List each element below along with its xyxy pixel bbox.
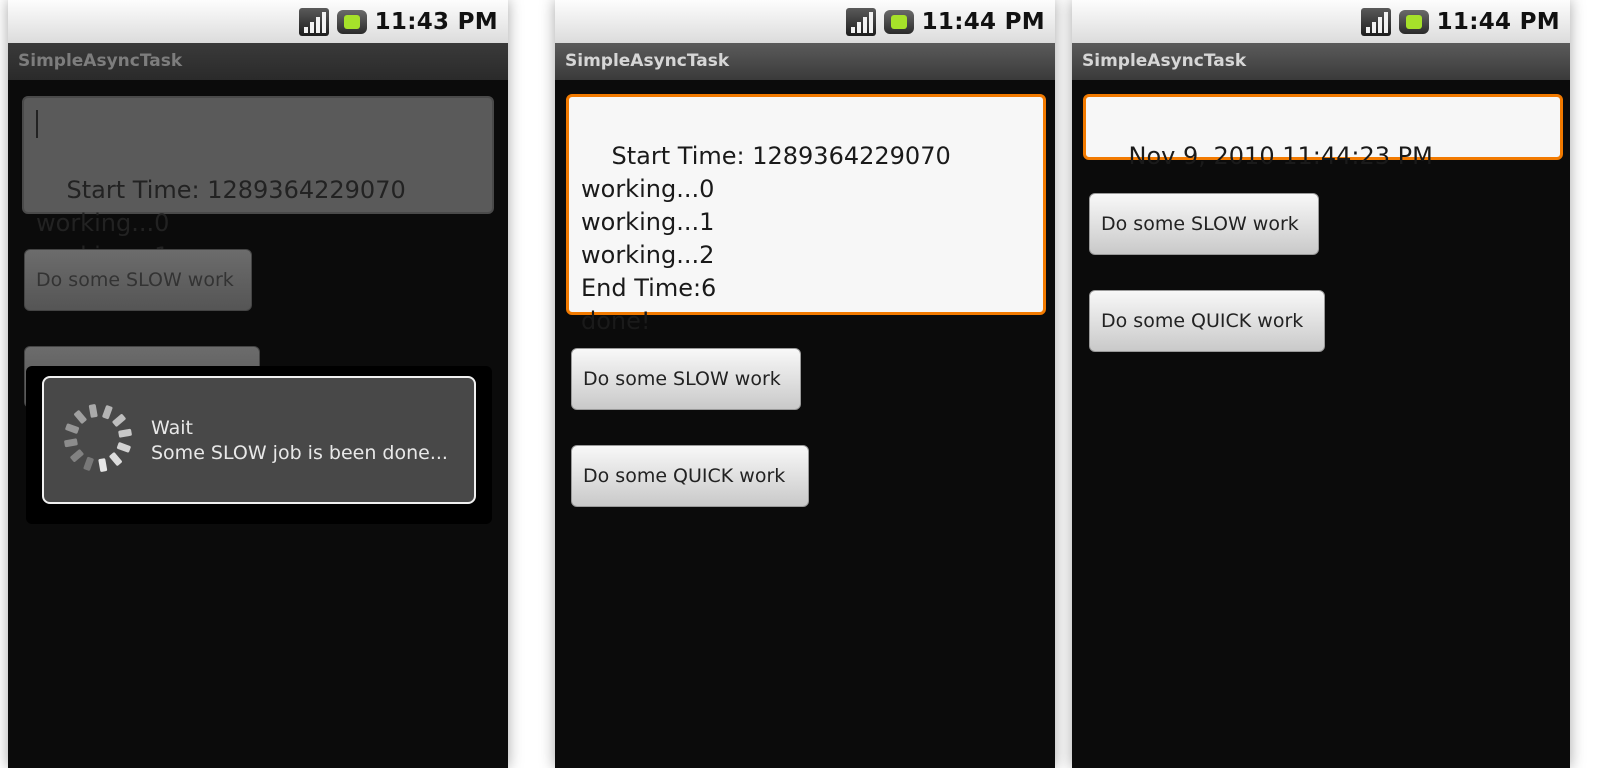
status-bar: 11:43 PM (8, 0, 508, 43)
progress-dialog: Wait Some SLOW job is been done... (42, 376, 476, 504)
spinner-spoke (116, 442, 131, 453)
status-bar: 11:44 PM (555, 0, 1055, 43)
signal-strength-icon (298, 8, 329, 36)
spinner-spoke (98, 458, 108, 472)
spinner-spoke (118, 428, 132, 438)
signal-strength-icon (1360, 8, 1391, 36)
app-title: SimpleAsyncTask (8, 43, 508, 80)
battery-charging-icon (1398, 10, 1429, 34)
status-bar: 11:44 PM (1072, 0, 1570, 43)
text-cursor (36, 110, 38, 138)
dialog-message: Some SLOW job is been done... (151, 442, 448, 464)
spinner-spoke (70, 449, 84, 462)
slow-work-button[interactable]: Do some SLOW work (1089, 193, 1319, 255)
spinner-spoke (88, 404, 98, 418)
slow-work-button[interactable]: Do some SLOW work (571, 348, 801, 410)
battery-charging-icon (883, 10, 914, 34)
loading-spinner-icon (64, 404, 132, 472)
spinner-spoke (64, 438, 78, 448)
spinner-spoke (109, 452, 122, 466)
signal-strength-icon (845, 8, 876, 36)
status-time: 11:44 PM (921, 9, 1045, 35)
quick-work-button[interactable]: Do some QUICK work (571, 445, 809, 507)
status-time: 11:44 PM (1436, 9, 1560, 35)
app-title: SimpleAsyncTask (1072, 43, 1570, 80)
output-text-field[interactable]: Nov 9, 2010 11:44:23 PM (1083, 94, 1563, 170)
battery-charging-icon (336, 10, 367, 34)
spinner-spoke (112, 414, 126, 427)
spinner-spoke (102, 405, 113, 420)
phone-screen-3: 11:44 PM SimpleAsyncTask Nov 9, 2010 11:… (1072, 0, 1570, 768)
output-text-field[interactable]: Start Time: 1289364229070 working...0 wo… (22, 96, 494, 270)
output-text: Start Time: 1289364229070 working...0 wo… (581, 142, 951, 335)
phone-screen-1: 11:43 PM SimpleAsyncTask Start Time: 128… (8, 0, 508, 768)
status-time: 11:43 PM (374, 9, 498, 35)
spinner-spoke (65, 423, 80, 434)
spinner-spoke (83, 456, 94, 471)
spinner-spoke (74, 410, 87, 424)
output-text: Nov 9, 2010 11:44:23 PM (1128, 142, 1433, 170)
phone-screen-2: 11:44 PM SimpleAsyncTask Start Time: 128… (555, 0, 1055, 768)
dialog-title: Wait (151, 417, 193, 439)
quick-work-button[interactable]: Do some QUICK work (1089, 290, 1325, 352)
slow-work-button[interactable]: Do some SLOW work (24, 249, 252, 311)
app-title: SimpleAsyncTask (555, 43, 1055, 80)
output-text-field[interactable]: Start Time: 1289364229070 working...0 wo… (566, 94, 1046, 335)
